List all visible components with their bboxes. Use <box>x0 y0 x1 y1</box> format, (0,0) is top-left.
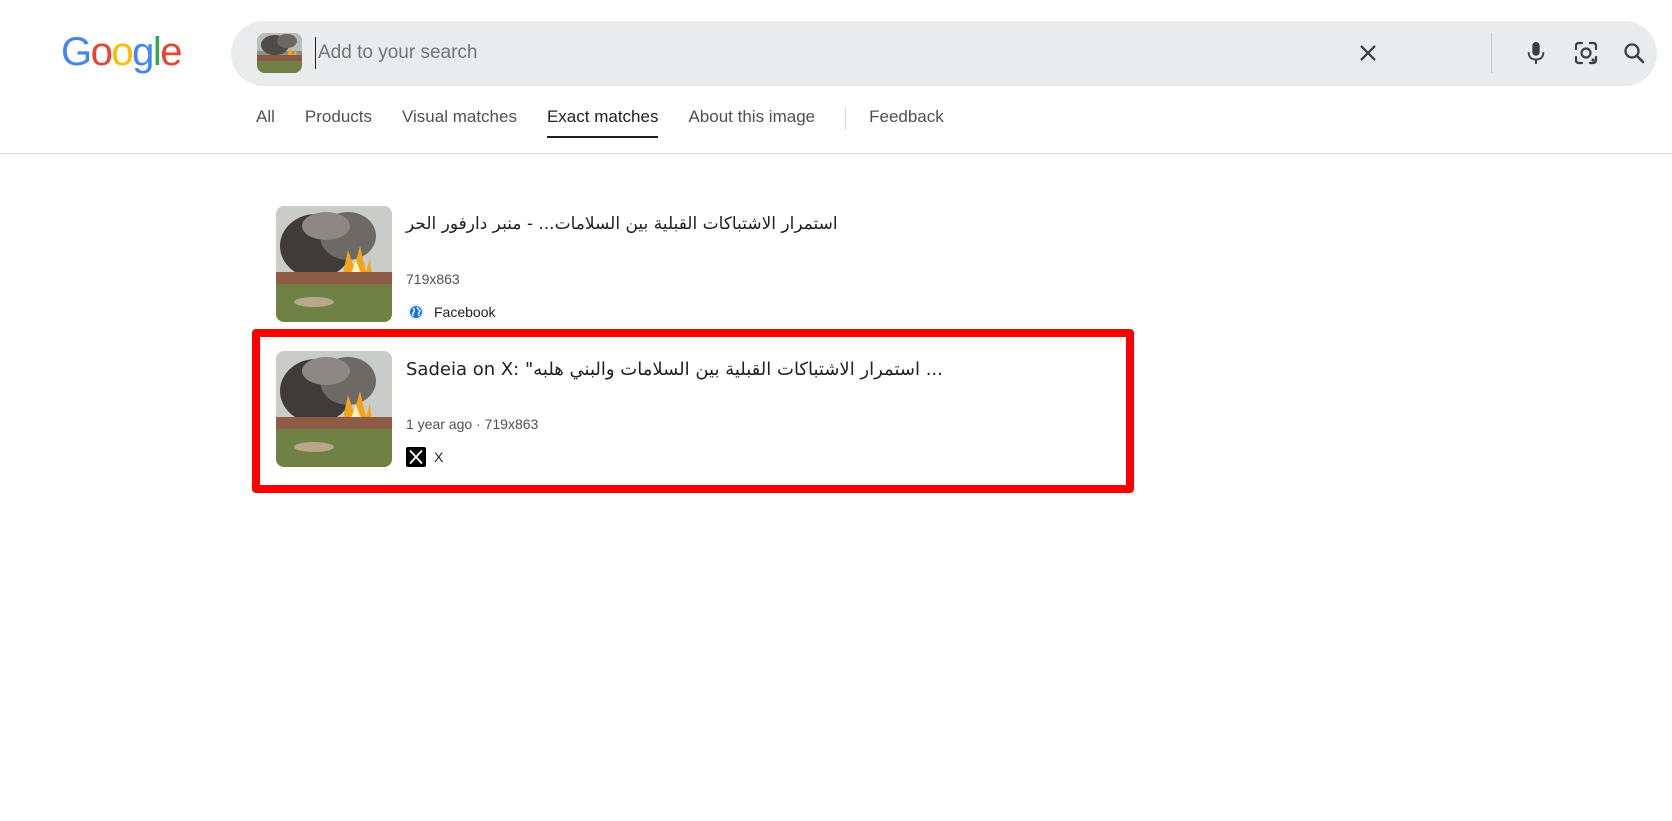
result-source[interactable]: Facebook <box>406 302 495 322</box>
result-title[interactable]: Sadeia on X: "استمرار الاشتباكات القبلية… <box>406 359 943 380</box>
logo-letter: e <box>160 30 182 74</box>
search-input[interactable] <box>315 37 1315 69</box>
tab-all[interactable]: All <box>256 106 275 140</box>
search-image-thumbnail[interactable] <box>257 33 302 73</box>
tab-separator <box>845 106 847 130</box>
logo-letter: o <box>111 30 133 74</box>
results-tabs: All Products Visual matches Exact matche… <box>256 106 974 140</box>
result-meta: 1 year ago · 719x863 <box>406 416 539 432</box>
result-meta: 719x863 <box>406 271 460 287</box>
search-bar <box>231 21 1657 86</box>
logo-letter: l <box>152 30 162 74</box>
tab-feedback[interactable]: Feedback <box>869 106 944 140</box>
logo-letter: G <box>61 30 92 74</box>
result-title[interactable]: استمرار الاشتباكات القبلية بين السلامات.… <box>406 214 838 234</box>
result-source[interactable]: X <box>406 447 443 467</box>
result-source-name: X <box>434 449 444 465</box>
result-item[interactable]: Sadeia on X: "استمرار الاشتباكات القبلية… <box>276 351 1176 467</box>
lens-camera-icon[interactable] <box>1571 38 1601 68</box>
search-divider <box>1491 33 1492 73</box>
x-logo-icon <box>406 447 426 467</box>
result-thumbnail[interactable] <box>276 206 392 322</box>
tab-exact-matches[interactable]: Exact matches <box>546 106 658 140</box>
result-source-name: Facebook <box>434 304 496 320</box>
google-lens-results-page: Google Add to your search All Products V… <box>0 0 1672 821</box>
logo-letter: g <box>132 30 154 74</box>
tab-visual-matches[interactable]: Visual matches <box>402 106 517 140</box>
globe-icon <box>406 302 426 322</box>
tab-products[interactable]: Products <box>305 106 372 140</box>
logo-letter: o <box>90 30 113 74</box>
microphone-icon[interactable] <box>1521 38 1551 68</box>
search-icon[interactable] <box>1619 38 1649 68</box>
clear-icon[interactable] <box>1353 38 1383 68</box>
header-divider <box>0 153 1672 154</box>
google-logo[interactable]: Google <box>61 30 182 74</box>
tab-about-this-image[interactable]: About this image <box>688 106 815 140</box>
result-item[interactable]: استمرار الاشتباكات القبلية بين السلامات.… <box>276 206 1176 322</box>
result-thumbnail[interactable] <box>276 351 392 467</box>
